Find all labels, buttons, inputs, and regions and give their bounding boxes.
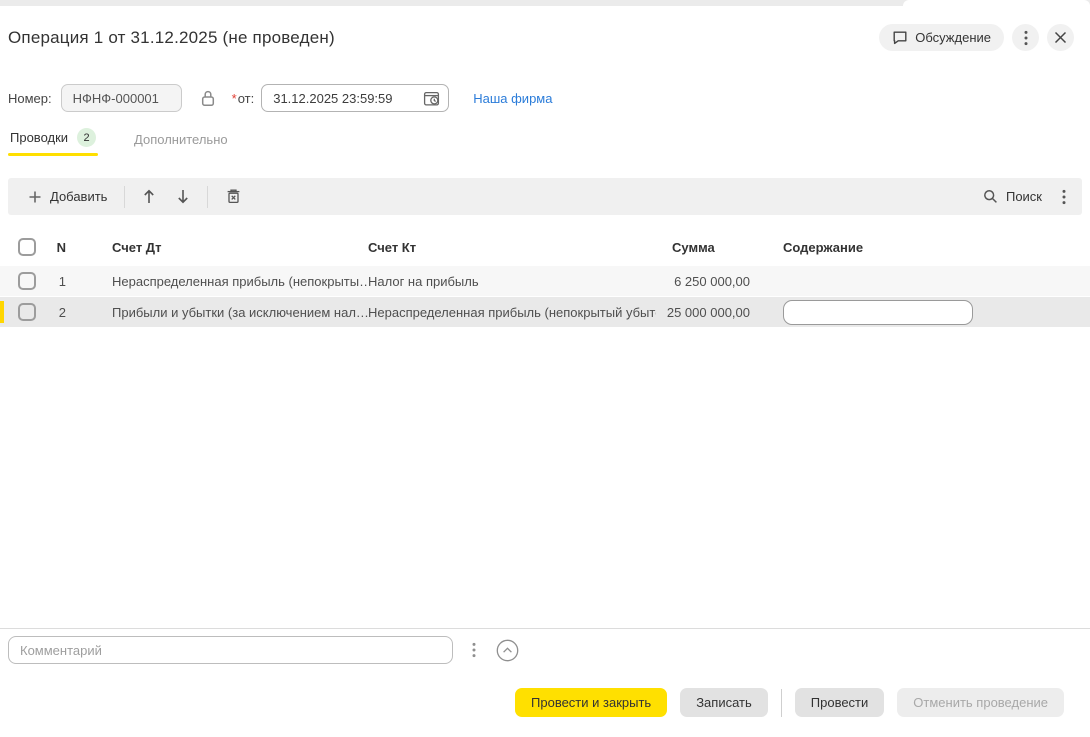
toolbar-right-group: Поиск (973, 183, 1072, 211)
arrow-down-icon (176, 188, 190, 205)
toolbar-more-button[interactable] (1056, 183, 1072, 211)
kebab-icon (472, 642, 476, 658)
tab-provodki[interactable]: Проводки 2 (8, 128, 98, 156)
toolbar-separator (124, 186, 125, 208)
footer-divider (0, 628, 1090, 629)
row-checkbox[interactable] (18, 303, 36, 321)
collapse-panel-button[interactable] (496, 639, 519, 662)
date-value: 31.12.2025 23:59:59 (273, 91, 392, 106)
date-field[interactable]: 31.12.2025 23:59:59 (261, 84, 449, 112)
table-toolbar: Добавить (8, 178, 1082, 215)
debit-account-cell: Нераспределенная прибыль (непокрыты… (112, 274, 368, 289)
column-header-amount: Сумма (656, 240, 750, 255)
document-header-fields: Номер: НФНФ-000001 *от: 31.12.2025 23:59… (8, 84, 552, 112)
table-header-row: N Счет Дт Счет Кт Сумма Содержание (0, 232, 1090, 262)
chevron-up-circle-icon (496, 639, 519, 662)
header-actions: Обсуждение (879, 24, 1074, 51)
toolbar-separator (207, 186, 208, 208)
discussion-button[interactable]: Обсуждение (879, 24, 1004, 51)
row-number: 1 (44, 274, 66, 289)
credit-account-cell: Налог на прибыль (368, 274, 656, 289)
lock-icon (200, 89, 216, 108)
close-button[interactable] (1047, 24, 1074, 51)
move-row-up-button[interactable] (132, 183, 166, 211)
row-checkbox[interactable] (18, 272, 36, 290)
column-header-n: N (44, 240, 66, 255)
plus-icon (28, 190, 42, 204)
header-checkbox-cell (0, 238, 44, 256)
discussion-button-label: Обсуждение (915, 30, 991, 45)
post-and-close-button[interactable]: Провести и закрыть (515, 688, 667, 717)
column-header-debit: Счет Дт (112, 240, 368, 255)
table-row[interactable]: 1 Нераспределенная прибыль (непокрыты… Н… (0, 266, 1090, 296)
operation-document-window: Операция 1 от 31.12.2025 (не проведен) О… (0, 0, 1090, 737)
date-label: *от: (232, 91, 255, 106)
kebab-icon (1062, 189, 1066, 205)
content-edit-input[interactable] (783, 300, 973, 325)
arrow-up-icon (142, 188, 156, 205)
kebab-icon (1024, 30, 1028, 46)
close-icon (1054, 31, 1067, 44)
comment-input[interactable] (8, 636, 453, 664)
post-button[interactable]: Провести (795, 688, 885, 717)
column-header-credit: Счет Кт (368, 240, 656, 255)
search-icon (983, 189, 998, 204)
amount-cell: 6 250 000,00 (656, 274, 750, 289)
content-cell (780, 300, 1064, 325)
required-mark: * (232, 91, 237, 106)
header-menu-button[interactable] (1012, 24, 1039, 51)
speech-bubble-icon (892, 30, 908, 45)
column-header-content: Содержание (780, 240, 1064, 255)
search-button[interactable]: Поиск (973, 183, 1052, 211)
tab-bar: Проводки 2 Дополнительно (8, 128, 230, 156)
organization-link[interactable]: Наша фирма (473, 91, 552, 106)
current-row-marker (0, 301, 4, 323)
footer-actions: Провести и закрыть Записать Провести Отм… (515, 688, 1064, 717)
number-value: НФНФ-000001 (73, 91, 159, 106)
number-field: НФНФ-000001 (61, 84, 182, 112)
table-row-selected[interactable]: 2 Прибыли и убытки (за исключением нал… … (0, 297, 1090, 327)
add-row-label: Добавить (50, 189, 107, 204)
tab-dopolnitelno-label: Дополнительно (134, 132, 228, 147)
amount-cell: 25 000 000,00 (656, 305, 750, 320)
header: Операция 1 от 31.12.2025 (не проведен) О… (8, 24, 1074, 51)
comment-area (8, 636, 519, 664)
row-checkbox-cell (0, 272, 44, 290)
tab-provodki-label: Проводки (10, 130, 68, 145)
row-checkbox-cell (0, 303, 44, 321)
credit-account-cell: Нераспределенная прибыль (непокрытый убы… (368, 305, 656, 320)
trash-icon (225, 188, 242, 205)
debit-account-cell: Прибыли и убытки (за исключением нал… (112, 305, 368, 320)
search-label: Поиск (1006, 189, 1042, 204)
postings-table: N Счет Дт Счет Кт Сумма Содержание 1 Нер… (0, 232, 1090, 327)
row-number: 2 (44, 305, 66, 320)
tab-provodki-badge: 2 (77, 128, 96, 147)
comment-more-button[interactable] (468, 638, 480, 662)
active-window-tab (903, 0, 1090, 6)
calendar-icon[interactable] (423, 90, 440, 107)
footer-separator (781, 689, 782, 717)
move-row-down-button[interactable] (166, 183, 200, 211)
tab-dopolnitelno[interactable]: Дополнительно (132, 132, 230, 156)
select-all-checkbox[interactable] (18, 238, 36, 256)
delete-row-button[interactable] (215, 183, 252, 211)
save-button[interactable]: Записать (680, 688, 768, 717)
window-top-strip (0, 0, 1090, 6)
undo-posting-button: Отменить проведение (897, 688, 1064, 717)
page-title: Операция 1 от 31.12.2025 (не проведен) (8, 28, 335, 48)
add-row-button[interactable]: Добавить (18, 183, 117, 211)
number-label: Номер: (8, 91, 52, 106)
